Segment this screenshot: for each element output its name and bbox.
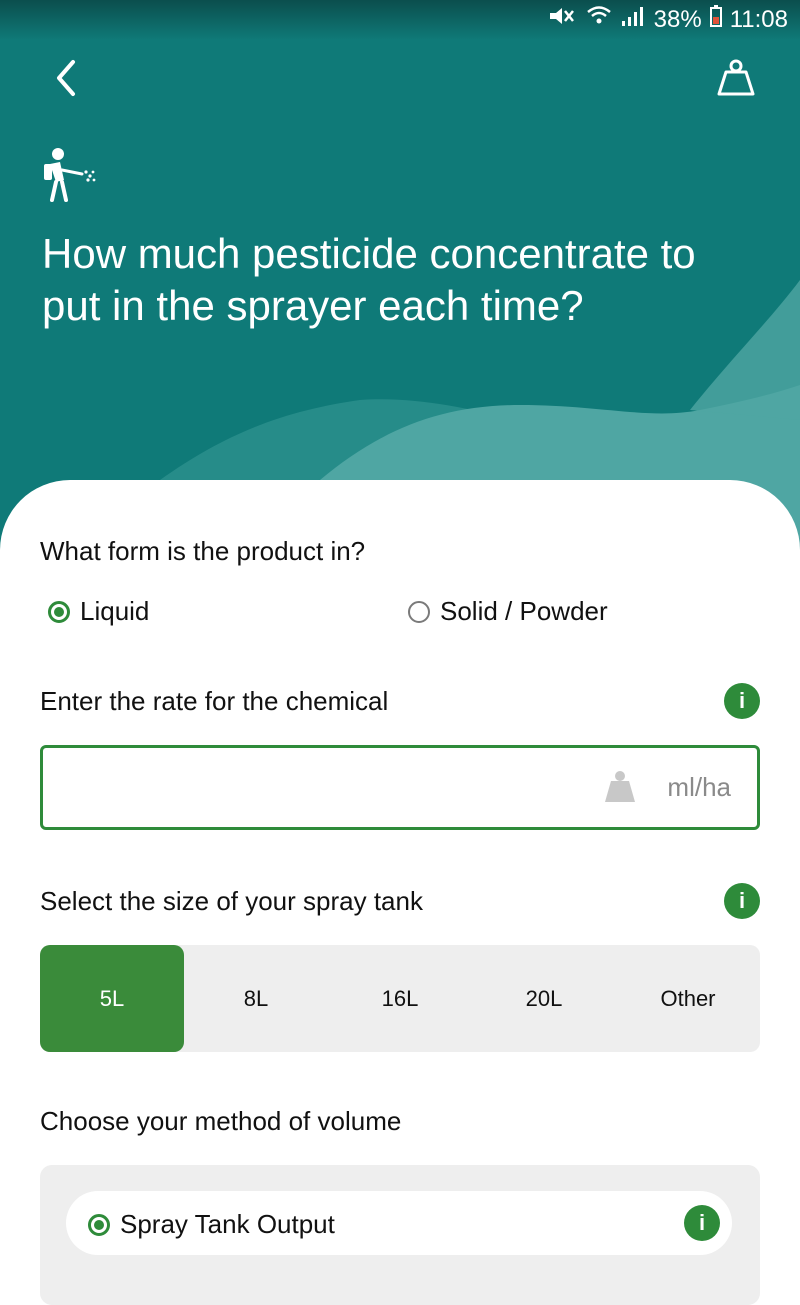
weight-button[interactable] — [706, 50, 766, 110]
header-banner: 38% 11:08 How much pesticide concentrate… — [0, 0, 800, 560]
weight-icon — [603, 770, 637, 809]
back-button[interactable] — [36, 50, 96, 110]
title-line-1: How much pesticide concentrate to — [42, 230, 696, 277]
signal-icon — [620, 5, 646, 34]
rate-label: Enter the rate for the chemical — [40, 686, 389, 716]
radio-selected-icon — [48, 600, 70, 623]
tank-option-16l[interactable]: 16L — [328, 945, 472, 1052]
radio-label-liquid: Liquid — [80, 596, 150, 626]
tank-size-label: Select the size of your spray tank — [40, 886, 423, 916]
rate-unit: ml/ha — [667, 772, 731, 802]
method-radio: Spray Tank Output — [88, 1209, 335, 1240]
radio-label-solid-powder: Solid / Powder — [440, 596, 608, 626]
tank-size-selector: 5L 8L 16L 20L Other — [40, 945, 760, 1052]
title-line-2: put in the sprayer each time? — [42, 282, 584, 329]
tank-info-icon[interactable]: i — [724, 883, 760, 919]
product-form-question: What form is the product in? — [40, 536, 366, 566]
tank-option-20l[interactable]: 20L — [472, 945, 616, 1052]
battery-icon — [709, 5, 722, 34]
rate-input[interactable]: ml/ha — [40, 745, 760, 830]
radio-unselected-icon — [408, 600, 430, 623]
battery-percent: 38% — [653, 5, 702, 33]
clock-time: 11:08 — [729, 5, 788, 33]
sprayer-person-icon — [36, 144, 100, 209]
tank-option-8l[interactable]: 8L — [184, 945, 328, 1052]
chevron-left-icon — [51, 58, 81, 103]
tank-option-other[interactable]: Other — [616, 945, 760, 1052]
mute-icon — [548, 5, 578, 34]
page-title: How much pesticide concentrate to put in… — [42, 228, 762, 332]
weight-icon — [716, 58, 756, 103]
method-info-icon[interactable]: i — [684, 1205, 720, 1241]
volume-method-label: Choose your method of volume — [40, 1106, 402, 1136]
radio-solid-powder[interactable]: Solid / Powder — [408, 596, 608, 627]
tank-option-5l[interactable]: 5L — [40, 945, 184, 1052]
radio-liquid[interactable]: Liquid — [48, 596, 149, 627]
method-option-spray-tank-output[interactable]: Spray Tank Output i — [66, 1191, 732, 1255]
status-bar: 38% 11:08 — [0, 0, 800, 36]
volume-method-box: Spray Tank Output i — [40, 1165, 760, 1305]
radio-selected-icon — [88, 1213, 110, 1236]
rate-info-icon[interactable]: i — [724, 683, 760, 719]
method-option-label: Spray Tank Output — [120, 1209, 335, 1239]
wifi-icon — [586, 4, 612, 35]
